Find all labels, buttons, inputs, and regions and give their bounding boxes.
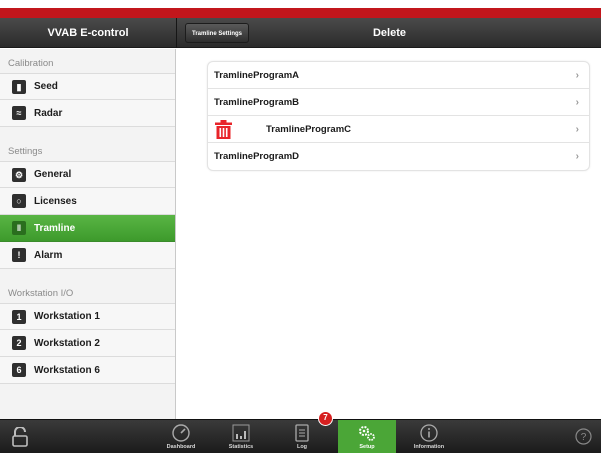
- tab-bar: Dashboard Statistics Log Setup Informati…: [0, 411, 601, 453]
- sidebar-item-seed[interactable]: ▮ Seed: [0, 73, 175, 100]
- program-name: TramlineProgramA: [214, 70, 299, 81]
- list-item-program-d[interactable]: TramlineProgramD ›: [208, 143, 589, 170]
- program-list: TramlineProgramA › TramlineProgramB › Tr…: [207, 61, 590, 171]
- chevron-right-icon: ›: [575, 151, 579, 162]
- chevron-right-icon: ›: [575, 124, 579, 135]
- sidebar-item-label: Workstation 6: [34, 364, 100, 376]
- section-header-calibration: Calibration: [8, 58, 54, 69]
- sidebar-item-label: Alarm: [34, 249, 63, 261]
- section-header-settings: Settings: [8, 146, 43, 157]
- title-bar: VVAB E-control Delete Tramline Settings: [0, 18, 601, 48]
- seed-icon: ▮: [12, 79, 26, 94]
- sidebar-item-tramline[interactable]: ‖ Tramline: [0, 215, 175, 242]
- sidebar-item-alarm[interactable]: ! Alarm: [0, 242, 175, 269]
- workstation-icon: 1: [12, 309, 26, 324]
- program-name: TramlineProgramD: [214, 151, 299, 162]
- help-icon[interactable]: ?: [575, 428, 592, 445]
- tab-label: Dashboard: [166, 444, 196, 450]
- tab-label: Information: [413, 444, 445, 450]
- alarm-icon: !: [12, 248, 26, 262]
- tramline-icon: ‖: [12, 221, 26, 235]
- log-notification-badge: 7: [318, 411, 333, 426]
- sidebar-item-workstation-1[interactable]: 1 Workstation 1: [0, 303, 175, 330]
- tab-label: Log: [296, 444, 308, 450]
- chevron-right-icon: ›: [575, 97, 579, 108]
- info-icon: [420, 424, 438, 442]
- sidebar: Calibration ▮ Seed ≈ Radar Settings ⚙ Ge…: [0, 49, 176, 419]
- licenses-icon: ○: [12, 194, 26, 208]
- bar-chart-icon: [232, 424, 250, 442]
- sidebar-item-label: Radar: [34, 107, 63, 119]
- list-item-program-a[interactable]: TramlineProgramA ›: [208, 62, 589, 89]
- chevron-right-icon: ›: [575, 70, 579, 81]
- tab-information[interactable]: Information: [400, 420, 458, 453]
- sidebar-item-label: Tramline: [34, 222, 76, 234]
- sidebar-item-general[interactable]: ⚙ General: [0, 161, 175, 188]
- title-divider: [176, 18, 177, 48]
- sidebar-item-label: Workstation 2: [34, 337, 100, 349]
- sidebar-item-label: General: [34, 169, 72, 180]
- section-header-workstation-io: Workstation I/O: [8, 288, 74, 299]
- tab-label: Statistics: [228, 444, 254, 450]
- radar-icon: ≈: [12, 106, 26, 120]
- app-title: VVAB E-control: [47, 27, 129, 39]
- workstation-icon: 6: [12, 363, 26, 377]
- unlock-icon[interactable]: [12, 427, 28, 447]
- sidebar-item-workstation-6[interactable]: 6 Workstation 6: [0, 357, 175, 384]
- tab-dashboard[interactable]: Dashboard: [152, 420, 210, 453]
- sidebar-item-workstation-2[interactable]: 2 Workstation 2: [0, 330, 175, 357]
- gears-icon: [359, 426, 375, 441]
- program-name: TramlineProgramC: [266, 124, 351, 135]
- list-item-program-c[interactable]: TramlineProgramC ›: [208, 116, 589, 143]
- tab-setup[interactable]: Setup: [338, 420, 396, 453]
- sidebar-item-radar[interactable]: ≈ Radar: [0, 100, 175, 127]
- trash-icon[interactable]: [215, 120, 232, 139]
- workstation-icon: 2: [12, 336, 26, 350]
- tab-label: Setup: [359, 444, 375, 450]
- sidebar-item-licenses[interactable]: ○ Licenses: [0, 188, 175, 215]
- speedometer-icon: [172, 424, 190, 442]
- program-name: TramlineProgramB: [214, 97, 299, 108]
- back-button[interactable]: Tramline Settings: [185, 23, 250, 43]
- sidebar-item-label: Seed: [34, 81, 58, 92]
- sidebar-item-label: Licenses: [34, 195, 77, 207]
- sidebar-item-label: Workstation 1: [34, 311, 100, 322]
- svg-text:?: ?: [581, 432, 587, 443]
- log-icon: [295, 424, 309, 442]
- list-item-program-b[interactable]: TramlineProgramB ›: [208, 89, 589, 116]
- main-content: TramlineProgramA › TramlineProgramB › Tr…: [177, 49, 601, 419]
- general-icon: ⚙: [12, 167, 26, 182]
- tab-statistics[interactable]: Statistics: [212, 420, 270, 453]
